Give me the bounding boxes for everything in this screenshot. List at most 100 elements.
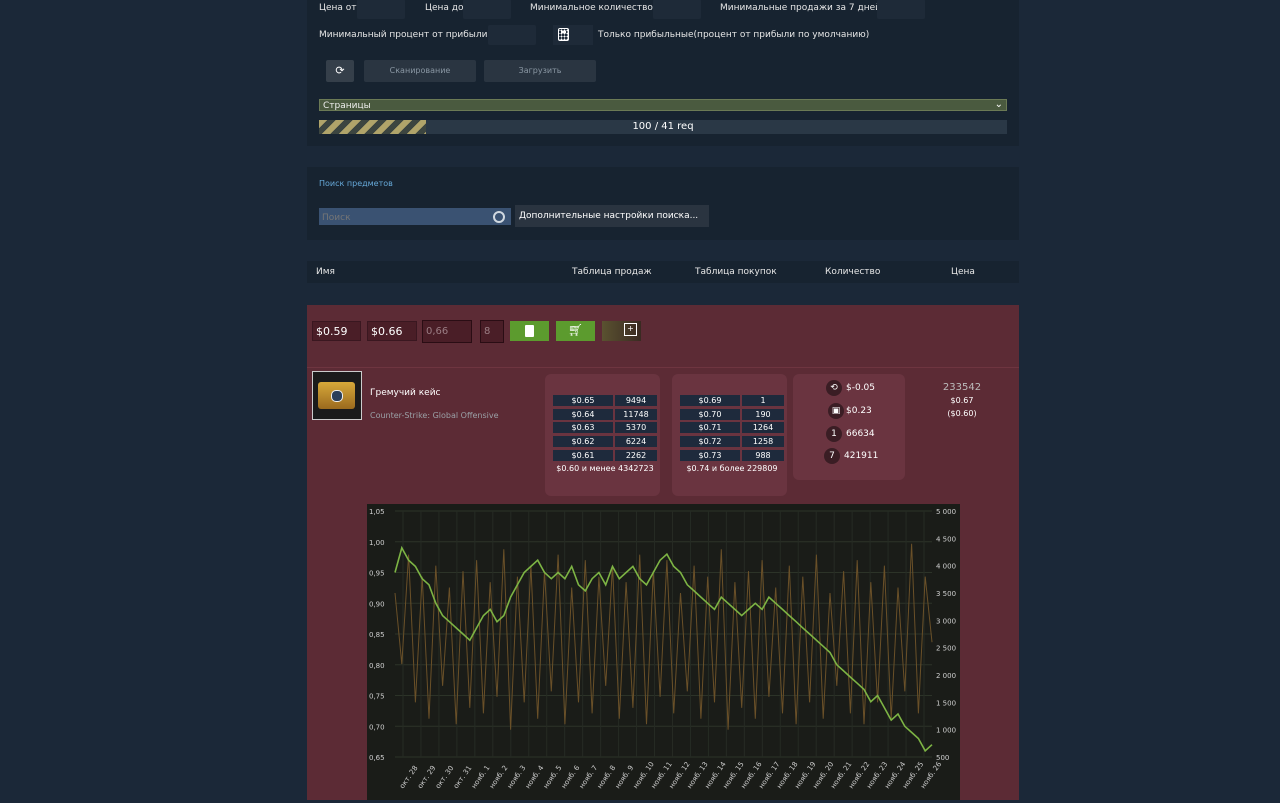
order-price: $0.64	[553, 408, 613, 420]
order-total: $0.74 и более 229809	[686, 464, 778, 473]
y-right-tick: 3 500	[936, 590, 956, 598]
min-profit-input[interactable]	[488, 25, 536, 45]
row-divider	[307, 367, 1019, 368]
order-qty: 5370	[615, 422, 657, 434]
y-right-tick: 5 000	[936, 508, 956, 516]
order-qty: 988	[742, 449, 784, 461]
buy-button[interactable]: 🛒︎	[556, 321, 595, 341]
pages-select[interactable]: Страницы ⌄	[319, 99, 1007, 111]
item-image[interactable]	[312, 371, 362, 420]
order-row: $0.63 5370	[553, 422, 657, 434]
order-price: $0.63	[553, 422, 613, 434]
pages-select-label: Страницы	[323, 101, 371, 111]
load-button[interactable]: Загрузить	[484, 60, 596, 82]
order-total: $0.60 и менее 4342723	[556, 464, 654, 473]
profitable-only-checkbox[interactable]	[553, 25, 593, 45]
order-qty: 6224	[615, 436, 657, 448]
col-price[interactable]: Цена	[951, 267, 975, 277]
search-icon[interactable]	[493, 211, 505, 223]
y-right-tick: 500	[936, 754, 949, 762]
min-qty-input[interactable]	[653, 0, 701, 19]
order-price: $0.61	[553, 449, 613, 461]
y-left-tick: 0,95	[369, 570, 385, 578]
order-row: $0.69 1	[680, 395, 784, 406]
y-right-tick: 4 000	[936, 563, 956, 571]
table-header: Имя Таблица продаж Таблица покупок Колич…	[307, 261, 1019, 283]
fee-value: $0.23	[846, 406, 872, 416]
stats-block: ⟲ $-0.05 ▣ $0.23 1 66634 7 421911	[793, 374, 905, 480]
price-from-input[interactable]	[357, 0, 405, 19]
price-to-label: Цена до	[425, 3, 464, 13]
case-icon	[318, 382, 355, 409]
order-row: $0.73 988	[680, 449, 784, 461]
y-left-tick: 1,00	[369, 539, 385, 547]
order-qty: 9494	[615, 395, 657, 406]
order-price: $0.70	[680, 408, 740, 420]
item-price-net: ($0.60)	[947, 409, 977, 418]
y-left-tick: 0,75	[369, 693, 385, 701]
progress-bar: 100 / 41 req	[319, 120, 1007, 134]
order-qty: 190	[742, 408, 784, 420]
order-row: $0.61 2262	[553, 449, 657, 461]
min-sales-input[interactable]	[877, 0, 925, 19]
col-qty[interactable]: Количество	[825, 267, 880, 277]
add-chart-button[interactable]: +	[602, 321, 641, 341]
y-right-tick: 4 500	[936, 535, 956, 543]
y-right-tick: 2 000	[936, 672, 956, 680]
order-row: $0.64 11748	[553, 408, 657, 420]
col-sales[interactable]: Таблица продаж	[572, 267, 652, 277]
item-game: Counter-Strike: Global Offensive	[370, 411, 499, 420]
refresh-icon: ⟳	[335, 64, 345, 77]
y-left-tick: 0,85	[369, 631, 385, 639]
filters-panel: Цена от Цена до Минимальное количество М…	[307, 0, 1019, 146]
calendar-week-icon: 7	[824, 448, 840, 464]
delete-button[interactable]	[510, 321, 549, 341]
search-box[interactable]	[319, 208, 511, 227]
fee-icon: ▣	[828, 403, 844, 419]
advanced-search-label: Дополнительные настройки поиска...	[519, 211, 699, 221]
price-from-label: Цена от	[319, 3, 357, 13]
cart-icon: 🛒︎	[568, 323, 584, 337]
order-price: $0.62	[553, 436, 613, 448]
volume-week-value: 421911	[844, 451, 879, 461]
refresh-button[interactable]: ⟳	[326, 60, 354, 82]
order-qty: 11748	[615, 408, 657, 420]
qty-input[interactable]	[480, 320, 504, 343]
col-name[interactable]: Имя	[316, 267, 335, 277]
price-to-input[interactable]	[463, 0, 511, 19]
search-input[interactable]	[319, 208, 492, 227]
y-right-tick: 3 000	[936, 617, 956, 625]
volume-day-value: 66634	[846, 429, 875, 439]
advanced-search-button[interactable]: Дополнительные настройки поиска... ⌄	[515, 205, 709, 227]
item-count: 233542	[942, 382, 982, 393]
item-price: $0.67	[950, 396, 974, 405]
calculator-icon	[558, 28, 569, 41]
buy-price-box[interactable]: $0.59	[312, 321, 361, 341]
min-sales-label: Минимальные продажи за 7 дней	[720, 3, 881, 13]
add-chart-icon: +	[624, 323, 637, 336]
series-line-right	[394, 543, 933, 730]
price-input[interactable]	[422, 320, 472, 343]
order-qty: 1258	[742, 436, 784, 448]
item-name[interactable]: Гремучий кейс	[370, 388, 441, 398]
y-left-tick: 0,65	[369, 754, 385, 762]
sell-price-box[interactable]: $0.66	[367, 321, 417, 341]
progress-text: 100 / 41 req	[632, 121, 694, 132]
price-history-chart[interactable]: 1,05 1,00 0,95 0,90 0,85 0,80 0,75 0,70 0,65 5 00…	[367, 504, 960, 800]
profit-value: $-0.05	[846, 383, 876, 393]
order-row: $0.70 190	[680, 408, 784, 420]
buys-table: $0.69 1 $0.70 190 $0.71 1264 $0.72 1258 $0.73 988…	[672, 374, 787, 496]
order-row: $0.72 1258	[680, 436, 784, 448]
col-buys[interactable]: Таблица покупок	[695, 267, 777, 277]
order-row: $0.62 6224	[553, 436, 657, 448]
search-title[interactable]: Поиск предметов	[319, 179, 393, 188]
search-panel: Поиск предметов Дополнительные настройки…	[307, 167, 1019, 240]
double-chevron-down-icon: ⌄	[676, 209, 684, 219]
sales-table: $0.65 9494 $0.64 11748 $0.63 5370 $0.62 6224 $0.…	[545, 374, 660, 496]
order-price: $0.71	[680, 422, 740, 434]
y-right-tick: 2 500	[936, 645, 956, 653]
scan-button[interactable]: Сканирование	[364, 60, 476, 82]
y-right-tick: 1 500	[936, 699, 956, 707]
order-price: $0.65	[553, 395, 613, 406]
order-price: $0.73	[680, 449, 740, 461]
